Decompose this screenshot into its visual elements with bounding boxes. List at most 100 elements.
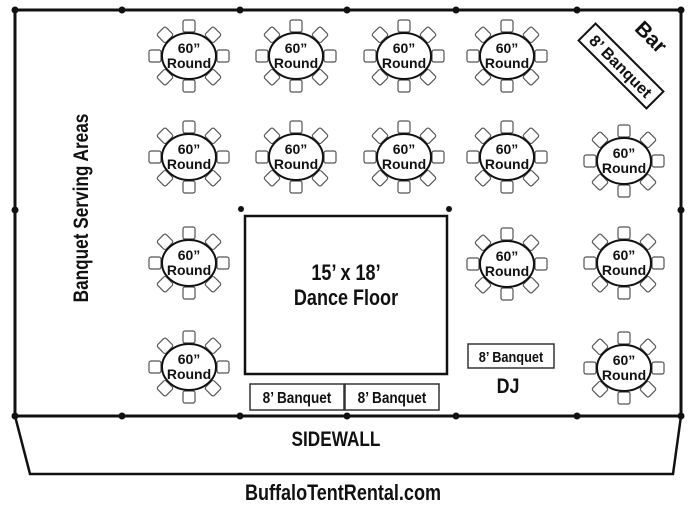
chair-icon xyxy=(182,79,196,93)
chair-icon xyxy=(583,361,597,375)
chair-icon xyxy=(363,49,377,63)
table-size-label: 60” xyxy=(393,40,416,56)
chair-icon xyxy=(534,49,548,63)
table-size-label: 60” xyxy=(496,40,519,56)
table-shape-label: Round xyxy=(167,55,211,71)
chair-icon xyxy=(182,180,196,194)
table-size-label: 60” xyxy=(393,141,416,157)
table-shape-label: Round xyxy=(485,263,529,279)
banquet-table-label: 8’ Banquet xyxy=(358,390,427,407)
table-shape-label: Round xyxy=(382,55,426,71)
bar-label: Bar xyxy=(630,17,671,58)
dance-floor-marker xyxy=(446,206,452,212)
website-label: BuffaloTentRental.com xyxy=(245,481,441,505)
round-table: 60”Round xyxy=(148,330,230,404)
chair-icon xyxy=(148,49,162,63)
round-table: 60”Round xyxy=(466,19,548,93)
chair-icon xyxy=(617,124,631,138)
tent-pole xyxy=(236,6,244,14)
round-table: 60”Round xyxy=(363,120,445,194)
chair-icon xyxy=(182,120,196,134)
chair-icon xyxy=(500,227,514,241)
table-shape-label: Round xyxy=(485,55,529,71)
round-table: 60”Round xyxy=(148,226,230,300)
chair-icon xyxy=(583,154,597,168)
table-size-label: 60” xyxy=(178,141,201,157)
round-table: 60”Round xyxy=(583,124,665,198)
round-table: 60”Round xyxy=(583,331,665,405)
round-table: 60”Round xyxy=(148,120,230,194)
table-size-label: 60” xyxy=(613,352,636,368)
table-shape-label: Round xyxy=(274,156,318,172)
table-shape-label: Round xyxy=(274,55,318,71)
chair-icon xyxy=(216,256,230,270)
table-size-label: 60” xyxy=(178,351,201,367)
table-shape-label: Round xyxy=(167,156,211,172)
chair-icon xyxy=(397,120,411,134)
chair-icon xyxy=(500,180,514,194)
chair-icon xyxy=(255,150,269,164)
chair-icon xyxy=(500,120,514,134)
chair-icon xyxy=(216,360,230,374)
tent-pole xyxy=(11,6,19,14)
tent-pole xyxy=(452,6,460,14)
table-size-label: 60” xyxy=(613,247,636,263)
chair-icon xyxy=(289,79,303,93)
round-table: 60”Round xyxy=(255,19,337,93)
chair-icon xyxy=(534,257,548,271)
chair-icon xyxy=(500,79,514,93)
dance-floor-size: 15’ x 18’ xyxy=(311,261,380,285)
chair-icon xyxy=(148,360,162,374)
tent-pole xyxy=(11,206,19,214)
round-table: 60”Round xyxy=(466,120,548,194)
round-table: 60”Round xyxy=(148,19,230,93)
round-table: 60”Round xyxy=(363,19,445,93)
round-table: 60”Round xyxy=(466,227,548,301)
chair-icon xyxy=(466,49,480,63)
table-shape-label: Round xyxy=(602,262,646,278)
chair-icon xyxy=(363,150,377,164)
banquet-table-label: 8’ Banquet xyxy=(479,348,544,365)
tent-pole xyxy=(573,6,581,14)
table-size-label: 60” xyxy=(178,40,201,56)
table-size-label: 60” xyxy=(178,247,201,263)
sidewall: SIDEWALL xyxy=(13,414,683,476)
round-table: 60”Round xyxy=(255,120,337,194)
table-size-label: 60” xyxy=(285,40,308,56)
chair-icon xyxy=(651,256,665,270)
dj-label: DJ xyxy=(497,375,520,399)
chair-icon xyxy=(182,19,196,33)
table-size-label: 60” xyxy=(496,141,519,157)
chair-icon xyxy=(323,49,337,63)
chair-icon xyxy=(216,49,230,63)
tent-pole xyxy=(343,6,351,14)
chair-icon xyxy=(216,150,230,164)
banquet-table-front-right: 8’ Banquet xyxy=(344,383,440,411)
chair-icon xyxy=(651,361,665,375)
table-size-label: 60” xyxy=(496,248,519,264)
chair-icon xyxy=(255,49,269,63)
table-shape-label: Round xyxy=(167,366,211,382)
banquet-table-label: 8’ Banquet xyxy=(263,390,332,407)
table-size-label: 60” xyxy=(285,141,308,157)
dance-floor-name: Dance Floor xyxy=(294,286,398,310)
chair-icon xyxy=(617,226,631,240)
tent-pole xyxy=(677,206,685,214)
chair-icon xyxy=(431,49,445,63)
table-shape-label: Round xyxy=(602,367,646,383)
chair-icon xyxy=(397,19,411,33)
chair-icon xyxy=(466,150,480,164)
chair-icon xyxy=(289,19,303,33)
chair-icon xyxy=(182,330,196,344)
chair-icon xyxy=(182,390,196,404)
chair-icon xyxy=(323,150,337,164)
table-size-label: 60” xyxy=(613,145,636,161)
chair-icon xyxy=(289,180,303,194)
tent-pole xyxy=(677,6,685,14)
chair-icon xyxy=(397,79,411,93)
chair-icon xyxy=(431,150,445,164)
chair-icon xyxy=(148,256,162,270)
chair-icon xyxy=(289,120,303,134)
chair-icon xyxy=(617,286,631,300)
chair-icon xyxy=(466,257,480,271)
